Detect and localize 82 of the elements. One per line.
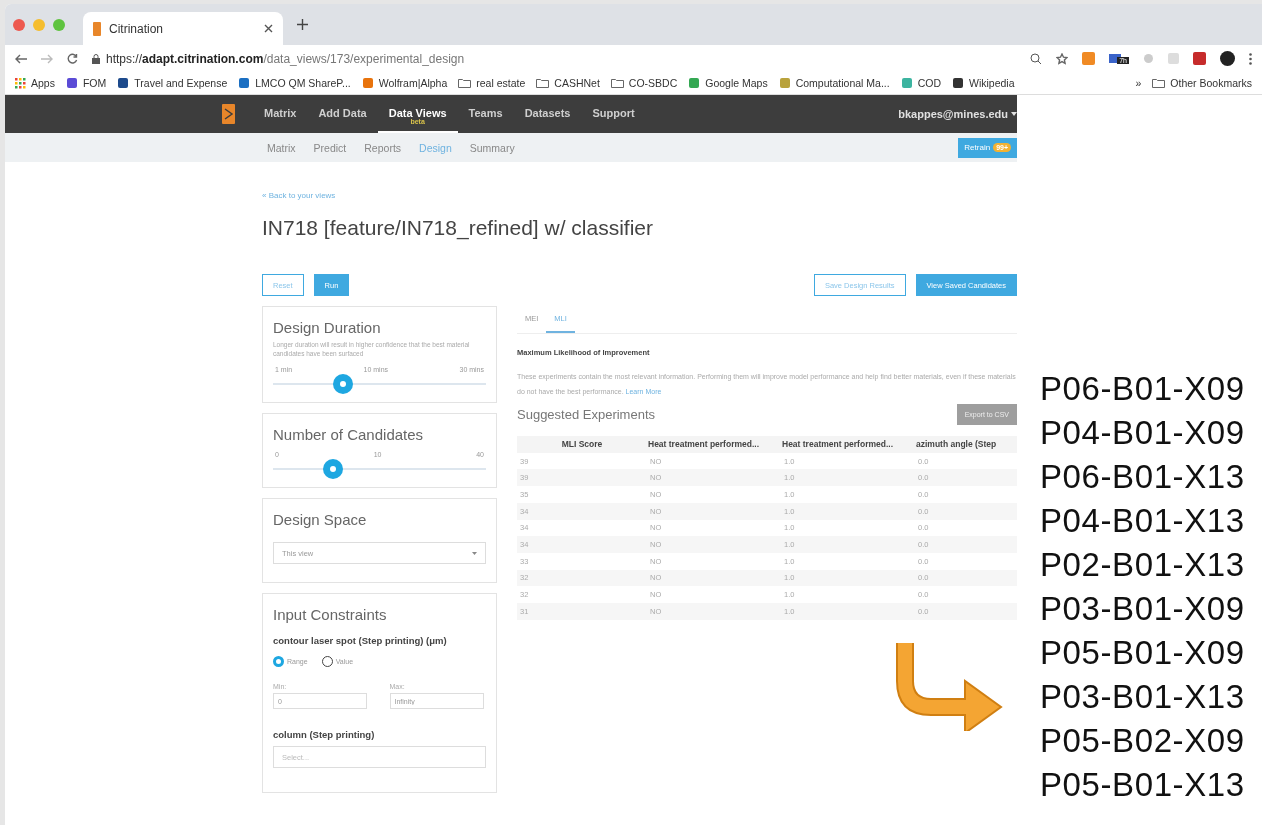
nav-link[interactable]: Datasets	[513, 95, 582, 133]
zoom-icon[interactable]	[1030, 52, 1043, 65]
logo-icon	[93, 21, 101, 36]
card-title: Number of Candidates	[273, 426, 425, 444]
card-title: Design Space	[273, 511, 368, 529]
slider-track[interactable]	[273, 459, 486, 480]
caret-icon	[472, 551, 477, 555]
site-icon	[952, 77, 964, 89]
bookmark[interactable]: CO-SBDC	[610, 77, 678, 89]
extension-icon[interactable]	[1193, 52, 1206, 65]
bookmark[interactable]: LMCO QM ShareP...	[238, 77, 351, 89]
bookmark[interactable]: Travel and Expense	[117, 77, 228, 89]
sample-id: P03-B01-X13	[1040, 677, 1245, 717]
card-title: Design Duration	[273, 319, 382, 336]
site-icon	[238, 77, 251, 89]
forward-icon[interactable]	[41, 53, 53, 64]
apps-grid-icon	[15, 77, 26, 89]
reload-icon[interactable]	[67, 53, 78, 64]
card-title: Input Constraints	[273, 606, 388, 624]
close-icon[interactable]	[264, 24, 273, 33]
close-window-icon[interactable]	[13, 18, 25, 31]
browser-tab[interactable]: Citrination	[83, 12, 283, 45]
avatar-icon[interactable]	[1220, 51, 1235, 66]
tab-title: Citrination	[109, 21, 164, 36]
user-menu[interactable]: bkappes@mines.edu	[898, 108, 1017, 120]
site-icon	[778, 77, 791, 89]
page-title: IN718 [feature/IN718_refined] w/ classifier	[262, 216, 655, 240]
sample-id: P05-B01-X13	[1040, 765, 1245, 805]
slider-thumb[interactable]	[333, 374, 354, 395]
folder-icon	[458, 78, 472, 88]
sample-id: P06-B01-X09	[1040, 369, 1245, 409]
site-icon	[117, 77, 130, 89]
bookmark[interactable]: Google Maps	[688, 77, 768, 89]
slider-track[interactable]	[273, 374, 486, 395]
slider-thumb[interactable]	[322, 459, 343, 480]
bookmark[interactable]: FOM	[65, 77, 107, 89]
sample-id: P06-B01-X13	[1040, 457, 1245, 497]
sample-id: P05-B01-X09	[1040, 633, 1245, 673]
star-icon[interactable]	[1056, 52, 1069, 65]
nav-link[interactable]: Teams	[457, 95, 514, 133]
maximize-window-icon[interactable]	[53, 18, 65, 31]
bookmark[interactable]: COD	[900, 77, 941, 89]
back-icon[interactable]	[15, 53, 27, 64]
site-icon	[900, 77, 913, 89]
sample-id: P04-B01-X13	[1040, 501, 1245, 541]
column-header: MLI Score	[517, 435, 647, 453]
bookmark[interactable]: CASHNet	[536, 77, 600, 89]
new-tab-icon[interactable]	[297, 19, 308, 30]
sample-id: P02-B01-X13	[1040, 545, 1245, 585]
site-icon	[65, 77, 78, 89]
field-label: column (Step printing)	[273, 729, 376, 741]
column-header: Heat treatment performed...	[647, 435, 781, 453]
folder-icon	[610, 78, 624, 88]
column-header: Heat treatment performed...	[781, 435, 915, 453]
lock-icon	[92, 53, 100, 64]
logo-icon[interactable]	[222, 104, 235, 124]
menu-icon[interactable]	[1249, 52, 1252, 65]
site-icon	[361, 77, 374, 89]
radio-icon[interactable]	[321, 656, 333, 668]
nav-link[interactable]: Add Data	[307, 95, 378, 133]
nav-link[interactable]: Matrix	[253, 95, 308, 133]
bookmark[interactable]: Apps	[15, 77, 55, 89]
radio-icon[interactable]	[273, 656, 284, 668]
circle-icon[interactable]	[1143, 53, 1154, 64]
rss-icon[interactable]	[1082, 52, 1096, 65]
bookmark[interactable]: Wikipedia	[952, 77, 1015, 89]
caret-icon	[1011, 112, 1017, 116]
bookmark[interactable]: Computational Ma...	[778, 77, 890, 89]
bookmark[interactable]: Other Bookmarks	[1152, 77, 1252, 89]
field-label: contour laser spot (Step printing) (μm)	[273, 635, 448, 647]
folder-icon	[536, 78, 550, 88]
nav-link[interactable]: Support	[581, 95, 646, 133]
more-bookmarks[interactable]: »	[1135, 77, 1142, 89]
folder-icon	[1152, 78, 1166, 88]
site-icon	[688, 77, 701, 89]
section-title: Suggested Experiments	[517, 406, 656, 422]
sample-id: P03-B01-X09	[1040, 589, 1245, 629]
column-header: azimuth angle (Step	[915, 435, 1017, 453]
sample-id: P05-B02-X09	[1040, 721, 1245, 761]
bookmark[interactable]: Wolfram|Alpha	[361, 77, 448, 89]
bookmark[interactable]: real estate	[458, 77, 526, 89]
sample-id: P04-B01-X09	[1040, 413, 1245, 453]
